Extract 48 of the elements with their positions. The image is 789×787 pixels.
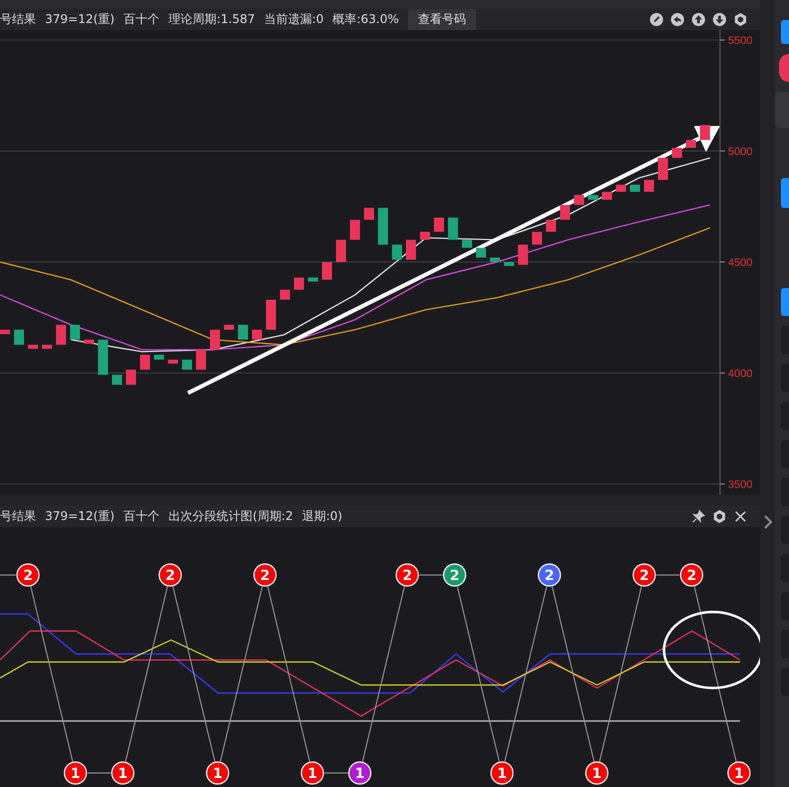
count-node: 2 (538, 563, 561, 587)
axis-label: 4500 (728, 257, 752, 269)
settings-icon[interactable] (733, 12, 748, 27)
header-text: 百十个 (124, 11, 160, 28)
chevron-right-icon[interactable] (762, 514, 772, 530)
pencil-icon[interactable] (649, 12, 664, 27)
count-node: 2 (632, 563, 656, 587)
axis-label: 4000 (728, 368, 752, 380)
axis-label: 5000 (728, 146, 752, 158)
connector-line (324, 772, 348, 774)
count-node: 2 (396, 563, 419, 587)
connector-line (418, 574, 444, 576)
back-icon[interactable] (670, 12, 685, 27)
count-node: 2 (253, 563, 277, 587)
header-text: 当前遗漏:0 (264, 11, 324, 28)
connector-line (656, 574, 680, 576)
count-node: 1 (206, 761, 230, 785)
close-icon[interactable] (733, 508, 748, 524)
header-text: 出次分段统计图(周期:2 (168, 508, 293, 524)
count-node: 2 (158, 563, 182, 587)
count-node: 1 (727, 761, 751, 785)
header-text: 379=12(重) (45, 508, 115, 524)
header-text: 退期:0) (302, 508, 342, 524)
header-text: 概率:63.0% (332, 11, 399, 28)
count-node: 1 (300, 761, 324, 785)
count-node: 1 (111, 761, 134, 785)
count-node: 1 (348, 761, 372, 785)
settings-icon[interactable] (712, 508, 727, 524)
count-node: 1 (585, 761, 608, 785)
axis-label: 5500 (728, 35, 752, 47)
sidebar-button[interactable] (781, 178, 789, 208)
count-node: 1 (64, 761, 87, 785)
count-node: 1 (490, 761, 514, 785)
header-text: 理论周期:1.587 (168, 11, 255, 28)
connector-line (0, 574, 16, 576)
view-numbers-tab[interactable]: 查看号码 (408, 9, 476, 30)
header-text: 379=12(重) (45, 11, 115, 28)
count-node: 2 (16, 563, 40, 587)
axis-label: 3500 (728, 479, 752, 491)
count-node: 2 (443, 563, 466, 587)
header-text: 号结果 (0, 11, 36, 28)
sidebar-button[interactable] (781, 288, 789, 316)
count-node: 2 (680, 563, 704, 587)
connector-line (86, 772, 112, 774)
sidebar-button[interactable] (781, 20, 789, 44)
header-text: 号结果 (0, 508, 36, 524)
pin-icon[interactable] (691, 508, 706, 524)
header-text: 百十个 (124, 508, 160, 524)
